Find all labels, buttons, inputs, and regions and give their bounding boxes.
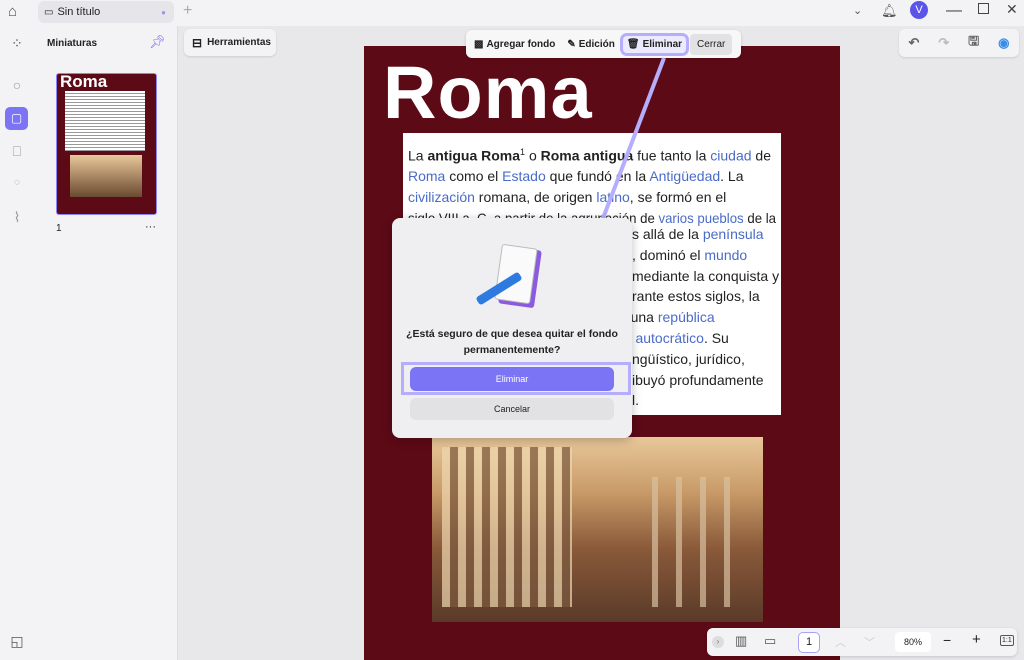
next-page-icon[interactable]: ﹀ (864, 634, 875, 650)
present-icon[interactable]: ▭ (764, 633, 776, 649)
previous-page-icon[interactable]: ︿ (835, 634, 846, 650)
zoom-in-button[interactable]: + (972, 631, 981, 648)
actual-size-button[interactable]: 1:1 (1000, 635, 1014, 646)
confirm-remove-button[interactable]: Eliminar (410, 367, 614, 391)
notepad-pencil-icon (475, 242, 548, 312)
zoom-out-button[interactable]: − (943, 632, 951, 648)
bottom-toolbar: › ▥ ▭ 1 ︿ ﹀ 80% − + 1:1 (707, 628, 1017, 656)
confirm-dialog: ¿Está seguro de que desea quitar el fond… (392, 218, 632, 438)
cancel-button[interactable]: Cancelar (410, 398, 614, 420)
expand-icon[interactable]: › (712, 636, 724, 648)
zoom-level[interactable]: 80% (895, 632, 931, 652)
page-number-input[interactable]: 1 (798, 632, 820, 653)
dialog-message: ¿Está seguro de que desea quitar el fond… (406, 328, 618, 356)
reading-mode-icon[interactable]: ▥ (735, 633, 747, 649)
